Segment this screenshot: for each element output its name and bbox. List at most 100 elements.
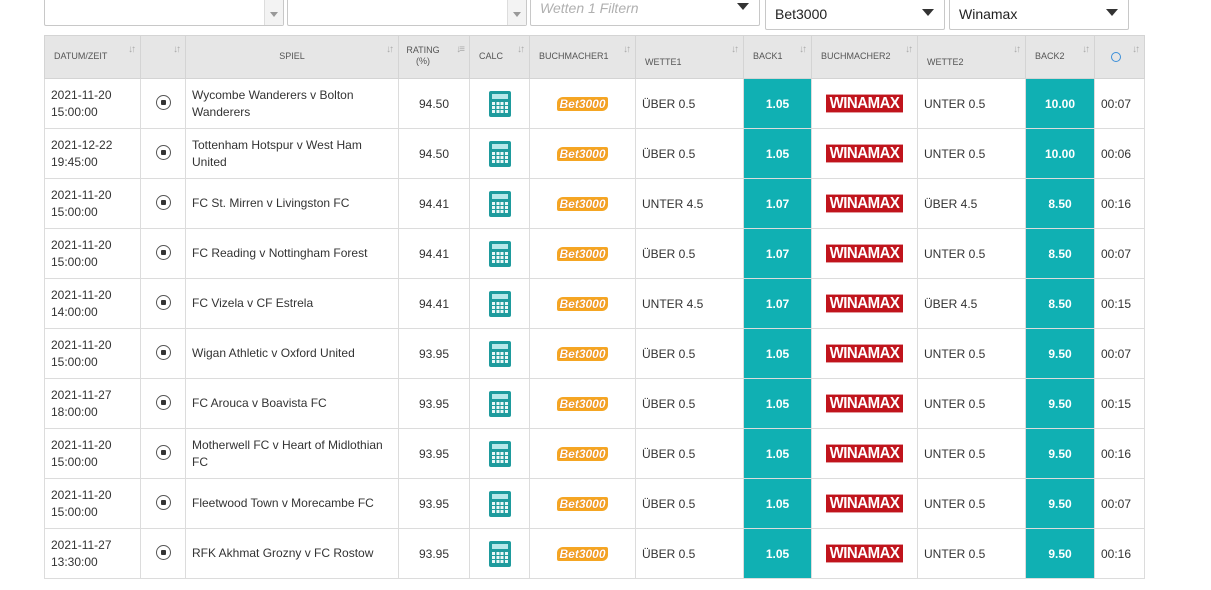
col-header-bookmaker1[interactable]: BUCHMACHER1 ↓↑ (529, 35, 636, 79)
col-header-bet2[interactable]: WETTE2 ↓↑ (917, 35, 1026, 79)
bet3000-logo[interactable]: Bet3000 (557, 496, 608, 511)
winamax-logo[interactable]: WINAMAX (825, 394, 904, 413)
sort-icon[interactable]: ↓↑ (731, 44, 739, 55)
filter-select-2[interactable] (287, 0, 527, 26)
calculator-icon[interactable] (488, 140, 511, 167)
bet3000-logo[interactable]: Bet3000 (557, 96, 608, 111)
match-date: 2021-12-22 (51, 137, 113, 152)
back1-cell[interactable]: 1.07 (743, 228, 812, 279)
table-row[interactable]: 2021-11-20 15:00:00 Wigan Athletic v Oxfo… (44, 328, 1145, 379)
col-header-bet1[interactable]: WETTE1 ↓↑ (635, 35, 744, 79)
calculator-icon[interactable] (488, 240, 511, 267)
col-header-back1[interactable]: BACK1 ↓↑ (743, 35, 812, 79)
chevron-down-icon[interactable] (737, 3, 749, 10)
sort-icon[interactable]: ↓↑ (128, 44, 136, 55)
sort-icon[interactable]: ↓↑ (173, 44, 181, 55)
back2-cell[interactable]: 9.50 (1025, 328, 1095, 379)
col-header-sport[interactable]: ↓↑ (140, 35, 186, 79)
sort-icon[interactable]: ↓↑ (1082, 44, 1090, 55)
chevron-down-icon[interactable] (922, 9, 934, 16)
back2-cell[interactable]: 9.50 (1025, 528, 1095, 579)
table-row[interactable]: 2021-11-20 15:00:00 FC St. Mirren v Livin… (44, 178, 1145, 229)
col-header-game[interactable]: SPIEL ↓↑ (185, 35, 399, 79)
back2-cell[interactable]: 10.00 (1025, 78, 1095, 129)
winamax-logo[interactable]: WINAMAX (825, 294, 904, 313)
calculator-icon[interactable] (488, 90, 511, 117)
sort-icon[interactable]: ↓↑ (623, 44, 631, 55)
table-row[interactable]: 2021-11-20 15:00:00 Wycombe Wanderers v B… (44, 78, 1145, 129)
winamax-logo[interactable]: WINAMAX (825, 494, 904, 513)
calculator-icon[interactable] (488, 440, 511, 467)
back2-cell[interactable]: 8.50 (1025, 228, 1095, 279)
filter-select-1[interactable] (44, 0, 284, 26)
back1-cell[interactable]: 1.05 (743, 328, 812, 379)
sort-desc-icon[interactable]: ↓≡ (456, 44, 465, 55)
sort-icon[interactable]: ↓↑ (517, 44, 525, 55)
age-value: 00:07 (1101, 246, 1132, 261)
winamax-logo[interactable]: WINAMAX (825, 194, 904, 213)
col-header-calc[interactable]: CALC ↓↑ (469, 35, 530, 79)
bet2-value: UNTER 0.5 (924, 546, 986, 561)
col-header-back2[interactable]: BACK2 ↓↑ (1025, 35, 1095, 79)
back2-cell[interactable]: 9.50 (1025, 378, 1095, 429)
calculator-icon[interactable] (488, 190, 511, 217)
dropdown-arrow-icon[interactable] (507, 0, 526, 25)
back1-cell[interactable]: 1.05 (743, 428, 812, 479)
back1-cell[interactable]: 1.07 (743, 178, 812, 229)
col-header-time[interactable]: ↓↑ (1094, 35, 1145, 79)
chevron-down-icon[interactable] (1106, 9, 1118, 16)
table-row[interactable]: 2021-11-27 18:00:00 FC Arouca v Boavista … (44, 378, 1145, 429)
bookmaker1-select[interactable]: Bet3000 (765, 0, 945, 30)
bet1-filter-select[interactable]: Wetten 1 Filtern (530, 0, 760, 26)
back1-cell[interactable]: 1.05 (743, 378, 812, 429)
bet3000-logo[interactable]: Bet3000 (557, 446, 608, 461)
table-row[interactable]: 2021-12-22 19:45:00 Tottenham Hotspur v W… (44, 128, 1145, 179)
back2-cell[interactable]: 9.50 (1025, 428, 1095, 479)
table-row[interactable]: 2021-11-27 13:30:00 RFK Akhmat Grozny v F… (44, 528, 1145, 579)
back2-cell[interactable]: 8.50 (1025, 278, 1095, 329)
bet3000-logo[interactable]: Bet3000 (557, 396, 608, 411)
sort-icon[interactable]: ↓↑ (386, 44, 394, 55)
col-header-date[interactable]: DATUM/ZEIT ↓↑ (44, 35, 141, 79)
back1-cell[interactable]: 1.07 (743, 278, 812, 329)
back1-cell[interactable]: 1.05 (743, 478, 812, 529)
sort-icon[interactable]: ↓↑ (799, 44, 807, 55)
calculator-icon[interactable] (488, 390, 511, 417)
match-name: Wigan Athletic v Oxford United (192, 346, 355, 360)
bet1-cell: ÜBER 0.5 (635, 328, 744, 379)
bet3000-logo[interactable]: Bet3000 (557, 546, 608, 561)
winamax-logo[interactable]: WINAMAX (825, 244, 904, 263)
bet3000-logo[interactable]: Bet3000 (557, 196, 608, 211)
back1-cell[interactable]: 1.05 (743, 528, 812, 579)
dropdown-arrow-icon[interactable] (264, 0, 283, 25)
table-row[interactable]: 2021-11-20 15:00:00 Fleetwood Town v More… (44, 478, 1145, 529)
winamax-logo[interactable]: WINAMAX (825, 444, 904, 463)
winamax-logo[interactable]: WINAMAX (825, 544, 904, 563)
table-row[interactable]: 2021-11-20 14:00:00 FC Vizela v CF Estrel… (44, 278, 1145, 329)
calculator-icon[interactable] (488, 290, 511, 317)
sort-icon[interactable]: ↓↑ (1132, 44, 1140, 55)
back1-cell[interactable]: 1.05 (743, 128, 812, 179)
col-header-bookmaker2[interactable]: BUCHMACHER2 ↓↑ (811, 35, 918, 79)
sort-icon[interactable]: ↓↑ (1013, 44, 1021, 55)
table-row[interactable]: 2021-11-20 15:00:00 FC Reading v Nottingh… (44, 228, 1145, 279)
winamax-logo[interactable]: WINAMAX (825, 144, 904, 163)
winamax-logo[interactable]: WINAMAX (825, 94, 904, 113)
bet3000-logo[interactable]: Bet3000 (557, 146, 608, 161)
col-header-rating[interactable]: RATING (%) ↓≡ (398, 35, 470, 79)
calculator-icon[interactable] (488, 540, 511, 567)
sort-icon[interactable]: ↓↑ (905, 44, 913, 55)
calculator-icon[interactable] (488, 340, 511, 367)
calculator-icon[interactable] (488, 490, 511, 517)
bet3000-logo[interactable]: Bet3000 (557, 296, 608, 311)
table-row[interactable]: 2021-11-20 15:00:00 Motherwell FC v Heart… (44, 428, 1145, 479)
bet3000-logo[interactable]: Bet3000 (557, 246, 608, 261)
back2-cell[interactable]: 9.50 (1025, 478, 1095, 529)
bet3000-logo[interactable]: Bet3000 (557, 346, 608, 361)
bookmaker1-cell: Bet3000 (529, 278, 636, 329)
back2-cell[interactable]: 8.50 (1025, 178, 1095, 229)
back1-cell[interactable]: 1.05 (743, 78, 812, 129)
back2-cell[interactable]: 10.00 (1025, 128, 1095, 179)
winamax-logo[interactable]: WINAMAX (825, 344, 904, 363)
bookmaker2-select[interactable]: Winamax (949, 0, 1129, 30)
